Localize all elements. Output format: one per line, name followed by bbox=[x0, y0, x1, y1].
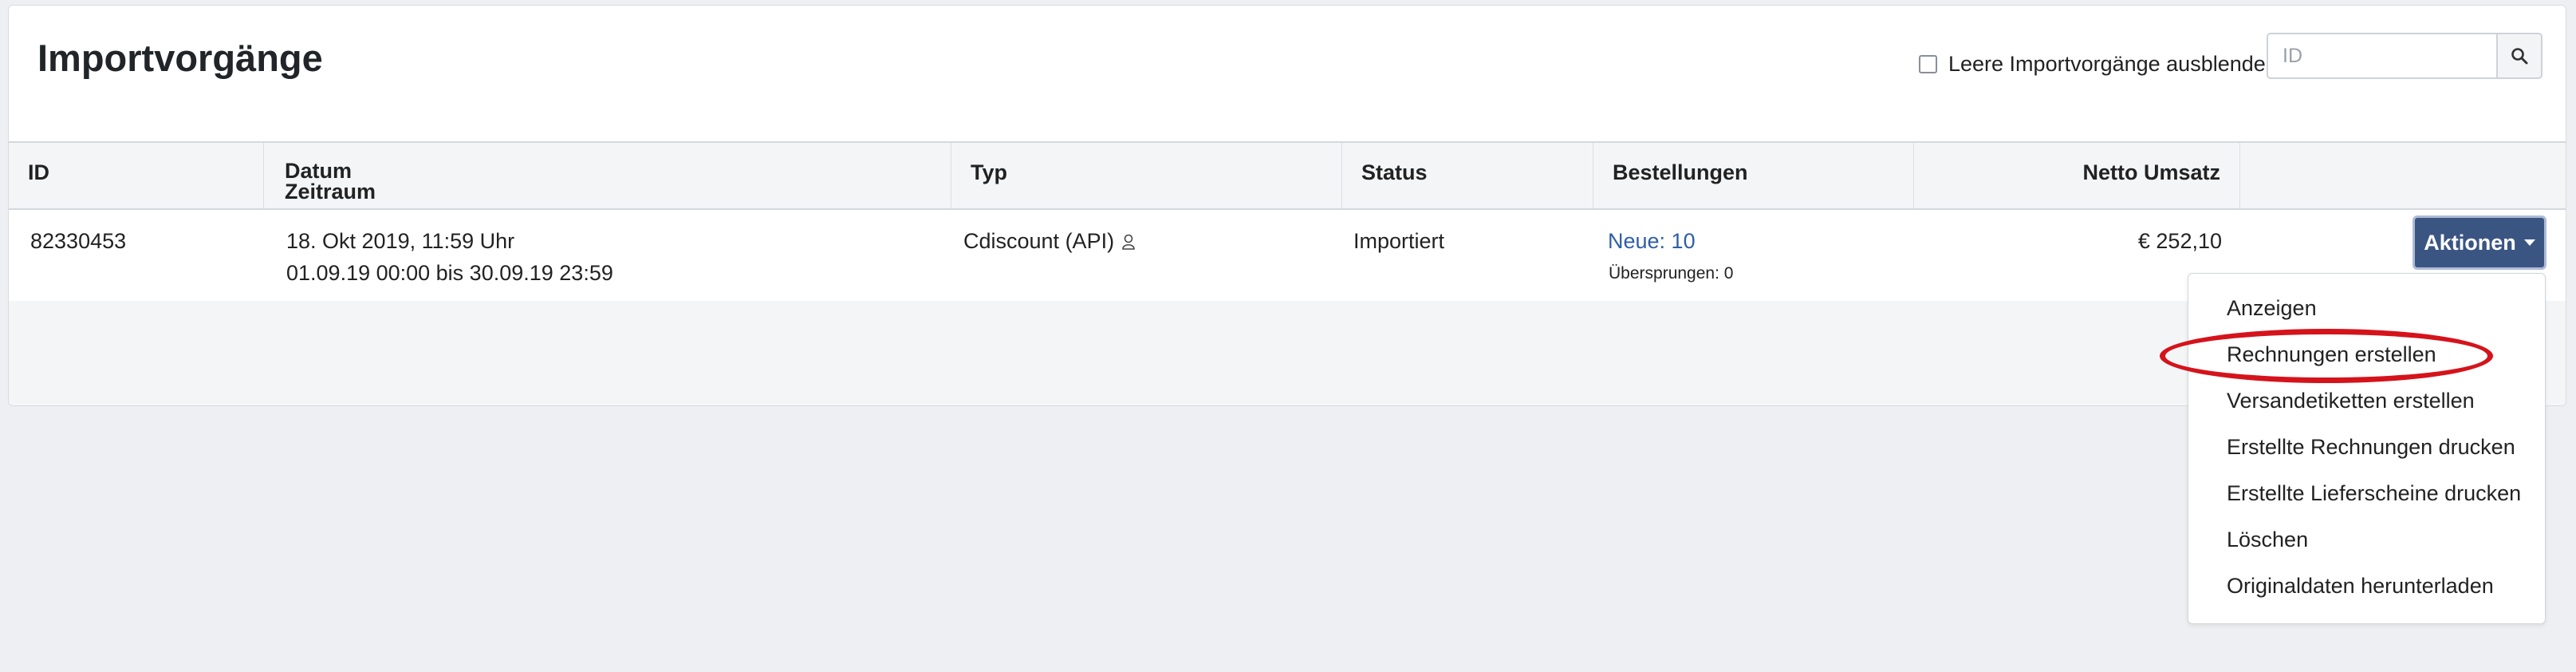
hide-empty-label[interactable]: Leere Importvorgänge ausblenden bbox=[1948, 52, 2278, 77]
menu-item-versandetiketten-erstellen[interactable]: Versandetiketten erstellen bbox=[2188, 378, 2545, 424]
menu-item-originaldaten-herunterladen[interactable]: Originaldaten herunterladen bbox=[2188, 563, 2545, 609]
actions-dropdown-menu: Anzeigen Rechnungen erstellen Versandeti… bbox=[2188, 273, 2546, 624]
search-input[interactable] bbox=[2267, 33, 2496, 79]
col-header-status[interactable]: Status bbox=[1342, 143, 1593, 208]
actions-button-label: Aktionen bbox=[2424, 230, 2516, 255]
actions-dropdown-button[interactable]: Aktionen bbox=[2413, 215, 2546, 270]
menu-item-lieferscheine-drucken[interactable]: Erstellte Lieferscheine drucken bbox=[2188, 470, 2545, 516]
cell-status: Importiert bbox=[1353, 229, 1445, 253]
col-header-bestellungen[interactable]: Bestellungen bbox=[1593, 143, 1914, 208]
col-header-id[interactable]: ID bbox=[9, 143, 264, 208]
col-header-typ[interactable]: Typ bbox=[951, 143, 1342, 208]
search-button[interactable] bbox=[2496, 33, 2543, 79]
search-icon bbox=[2511, 48, 2528, 65]
menu-item-loeschen[interactable]: Löschen bbox=[2188, 516, 2545, 563]
table-footer bbox=[9, 301, 2566, 405]
cell-typ-text: Cdiscount (API) bbox=[963, 229, 1115, 253]
table-row[interactable]: 82330453 18. Okt 2019, 11:59 Uhr 01.09.1… bbox=[9, 210, 2566, 301]
import-panel: Importvorgänge Leere Importvorgänge ausb… bbox=[8, 5, 2566, 406]
table-header: ID Datum Zeitraum Typ Status Bestellunge… bbox=[9, 141, 2566, 210]
cell-netto-umsatz: € 252,10 bbox=[2137, 229, 2222, 253]
cell-uebersprungen: Übersprungen: 0 bbox=[1609, 264, 1734, 283]
menu-item-anzeigen[interactable]: Anzeigen bbox=[2188, 285, 2545, 331]
user-icon bbox=[1122, 234, 1135, 250]
cell-neue-link[interactable]: Neue: 10 bbox=[1608, 229, 1696, 254]
caret-down-icon bbox=[2523, 239, 2535, 246]
cell-id: 82330453 bbox=[30, 229, 127, 253]
col-header-netto-umsatz[interactable]: Netto Umsatz bbox=[1914, 143, 2240, 208]
hide-empty-filter[interactable]: Leere Importvorgänge ausblenden bbox=[1919, 52, 2278, 77]
page-title: Importvorgänge bbox=[37, 37, 323, 79]
col-header-datum[interactable]: Datum Zeitraum bbox=[264, 143, 951, 208]
hide-empty-checkbox[interactable] bbox=[1919, 55, 1937, 73]
cell-datum: 18. Okt 2019, 11:59 Uhr bbox=[286, 229, 515, 253]
menu-item-rechnungen-erstellen[interactable]: Rechnungen erstellen bbox=[2188, 331, 2545, 378]
menu-item-rechnungen-drucken[interactable]: Erstellte Rechnungen drucken bbox=[2188, 424, 2545, 470]
cell-zeitraum: 01.09.19 00:00 bis 30.09.19 23:59 bbox=[286, 261, 613, 285]
cell-typ: Cdiscount (API) bbox=[963, 229, 1136, 254]
